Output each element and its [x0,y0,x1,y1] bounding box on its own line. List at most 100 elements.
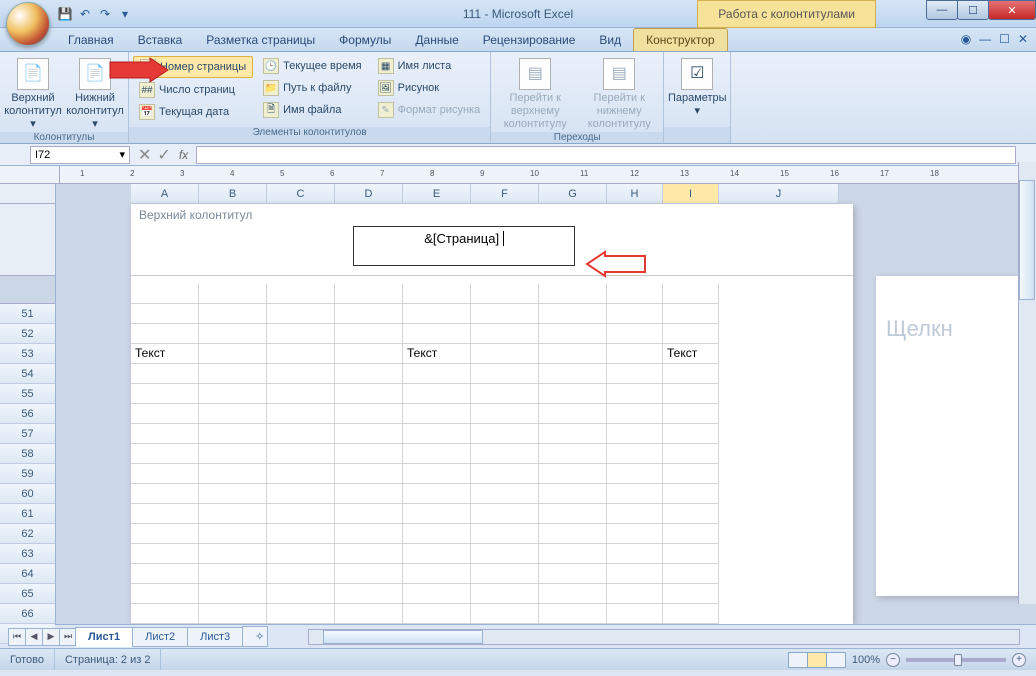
cell-B61[interactable] [199,484,267,504]
cell-D54[interactable] [335,344,403,364]
cell-D55[interactable] [335,364,403,384]
tab-prev-icon[interactable]: ◀ [25,628,43,646]
chevron-down-icon[interactable]: ▾ [119,148,125,161]
cell-B54[interactable] [199,344,267,364]
cell-C67[interactable] [267,604,335,624]
row-header-62[interactable]: 62 [0,524,55,544]
tab-page-layout[interactable]: Разметка страницы [194,29,327,51]
row-header-65[interactable]: 65 [0,584,55,604]
current-time-button[interactable]: 🕒Текущее время [257,56,367,76]
cell-C52[interactable] [267,304,335,324]
minimize-ribbon-icon[interactable]: — [979,32,991,46]
enter-icon[interactable]: ✓ [157,145,170,165]
cell-I58[interactable] [663,424,719,444]
column-header-A[interactable]: A [131,184,199,204]
file-name-button[interactable]: 🗎Имя файла [257,100,367,120]
close-workbook-icon[interactable]: ✕ [1018,32,1028,46]
cell-G51[interactable] [539,284,607,304]
cell-E66[interactable] [403,584,471,604]
cell-B66[interactable] [199,584,267,604]
column-header-J[interactable]: J [719,184,839,204]
cell-I54[interactable]: Текст [663,344,719,364]
column-header-H[interactable]: H [607,184,663,204]
cell-H63[interactable] [607,524,663,544]
row-header-55[interactable]: 55 [0,384,55,404]
tab-insert[interactable]: Вставка [126,29,195,51]
cell-B53[interactable] [199,324,267,344]
cell-H62[interactable] [607,504,663,524]
cell-D64[interactable] [335,544,403,564]
cell-A53[interactable] [131,324,199,344]
cell-A59[interactable] [131,444,199,464]
cell-G52[interactable] [539,304,607,324]
cell-A55[interactable] [131,364,199,384]
maximize-button[interactable]: ☐ [957,0,989,20]
column-header-I[interactable]: I [663,184,719,204]
goto-footer-button[interactable]: ▤ Перейти к нижнему колонтитулу [579,54,659,132]
cell-I56[interactable] [663,384,719,404]
row-header-53[interactable]: 53 [0,344,55,364]
cell-F55[interactable] [471,364,539,384]
scrollbar-thumb[interactable] [1019,180,1035,300]
cell-I63[interactable] [663,524,719,544]
cell-C58[interactable] [267,424,335,444]
new-sheet-tab[interactable]: ✧ [242,626,268,647]
row-header-64[interactable]: 64 [0,564,55,584]
cell-E56[interactable] [403,384,471,404]
row-header-52[interactable]: 52 [0,324,55,344]
cell-F59[interactable] [471,444,539,464]
row-header-56[interactable]: 56 [0,404,55,424]
cell-I67[interactable] [663,604,719,624]
cell-I64[interactable] [663,544,719,564]
cell-G53[interactable] [539,324,607,344]
cell-H58[interactable] [607,424,663,444]
header-button[interactable]: 📄 Верхний колонтитул▾ [4,54,62,132]
cell-D51[interactable] [335,284,403,304]
column-header-F[interactable]: F [471,184,539,204]
page-break-view-button[interactable] [826,652,846,668]
cell-F61[interactable] [471,484,539,504]
cell-G62[interactable] [539,504,607,524]
row-header-57[interactable]: 57 [0,424,55,444]
cell-C57[interactable] [267,404,335,424]
cell-E63[interactable] [403,524,471,544]
cell-E60[interactable] [403,464,471,484]
cell-G66[interactable] [539,584,607,604]
cell-B58[interactable] [199,424,267,444]
cell-A65[interactable] [131,564,199,584]
cell-D67[interactable] [335,604,403,624]
cell-G65[interactable] [539,564,607,584]
cell-A62[interactable] [131,504,199,524]
zoom-slider[interactable] [906,658,1006,662]
cell-I55[interactable] [663,364,719,384]
cell-H54[interactable] [607,344,663,364]
header-zone[interactable]: Верхний колонтитул &[Страница] [131,204,853,276]
cell-A54[interactable]: Текст [131,344,199,364]
cell-E59[interactable] [403,444,471,464]
format-picture-button[interactable]: ✎Формат рисунка [372,100,487,120]
cell-B60[interactable] [199,464,267,484]
page-layout-view-button[interactable] [807,652,827,668]
picture-button[interactable]: 🖼Рисунок [372,78,487,98]
office-button[interactable] [6,2,50,46]
normal-view-button[interactable] [788,652,808,668]
cell-H60[interactable] [607,464,663,484]
cell-G55[interactable] [539,364,607,384]
column-header-C[interactable]: C [267,184,335,204]
cell-B65[interactable] [199,564,267,584]
cell-G60[interactable] [539,464,607,484]
cell-C61[interactable] [267,484,335,504]
cell-F52[interactable] [471,304,539,324]
cell-D58[interactable] [335,424,403,444]
qat-dropdown-icon[interactable]: ▾ [116,5,134,23]
cell-C56[interactable] [267,384,335,404]
row-header-60[interactable]: 60 [0,484,55,504]
zoom-level[interactable]: 100% [852,654,880,666]
zoom-out-button[interactable]: − [886,653,900,667]
sheet-tab-2[interactable]: Лист2 [132,627,188,647]
cell-F57[interactable] [471,404,539,424]
cell-F60[interactable] [471,464,539,484]
cell-I52[interactable] [663,304,719,324]
cell-C60[interactable] [267,464,335,484]
cell-A56[interactable] [131,384,199,404]
